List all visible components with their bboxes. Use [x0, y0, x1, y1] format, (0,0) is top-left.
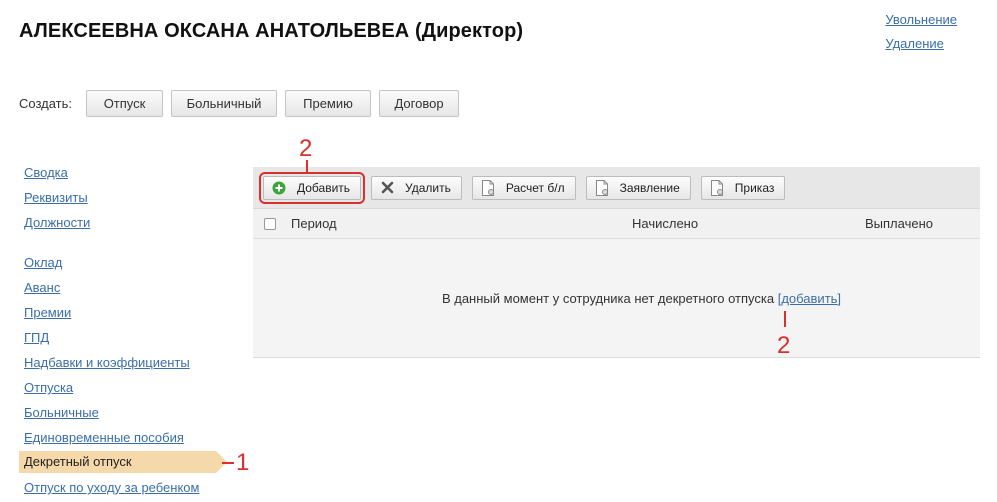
sidebar-item-requisites[interactable]: Реквизиты	[0, 185, 250, 210]
annotation-number-2-top: 2	[299, 135, 313, 162]
close-icon	[379, 180, 395, 196]
delete-button[interactable]: Удалить	[371, 175, 462, 200]
sidebar-item-allowances[interactable]: Надбавки и коэффициенты	[0, 350, 250, 375]
create-toolbar: Создать: Отпуск Больничный Премию Догово…	[19, 90, 467, 117]
empty-state-text: В данный момент у сотрудника нет декретн…	[441, 291, 775, 306]
sidebar-nav: Сводка Реквизиты Должности Оклад Аванс П…	[0, 160, 250, 500]
sidebar-item-gpd[interactable]: ГПД	[0, 325, 250, 350]
create-bonus-button[interactable]: Премию	[285, 90, 372, 117]
sidebar-item-vacations[interactable]: Отпуска	[0, 375, 250, 400]
document-icon	[480, 179, 496, 196]
dismiss-link[interactable]: Увольнение	[885, 8, 957, 32]
add-button-label: Добавить	[297, 180, 351, 195]
sidebar-item-positions[interactable]: Должности	[0, 210, 250, 235]
empty-state-add-link[interactable]: [добавить]	[778, 291, 841, 306]
calc-sick-leave-label: Расчет б/л	[505, 180, 565, 195]
sidebar-item-advance[interactable]: Аванс	[0, 275, 250, 300]
annotation-line-1	[222, 462, 234, 464]
column-header-accrued[interactable]: Начислено	[632, 216, 698, 231]
sidebar-item-bonuses[interactable]: Премии	[0, 300, 250, 325]
panel-toolbar: Добавить Удалить Расчет б/л Заявление Пр…	[253, 167, 980, 209]
sidebar-item-lump-sum[interactable]: Единовременные пособия	[0, 425, 250, 450]
annotation-number-1: 1	[236, 449, 250, 476]
delete-link[interactable]: Удаление	[885, 32, 957, 56]
document-icon	[594, 179, 610, 196]
sidebar-item-sick-leaves[interactable]: Больничные	[0, 400, 250, 425]
create-vacation-button[interactable]: Отпуск	[86, 90, 164, 117]
column-header-period[interactable]: Период	[291, 216, 337, 231]
delete-button-label: Удалить	[405, 180, 451, 195]
sidebar-item-salary[interactable]: Оклад	[0, 250, 250, 275]
plus-circle-icon	[271, 180, 287, 196]
order-button[interactable]: Приказ	[700, 175, 786, 200]
nav-divider	[0, 235, 250, 250]
annotation-line-2-top	[306, 160, 308, 172]
annotation-line-2-bottom	[784, 311, 786, 327]
create-sick-leave-button[interactable]: Больничный	[171, 90, 278, 117]
header-actions: Увольнение Удаление	[885, 8, 957, 56]
column-header-paid[interactable]: Выплачено	[865, 216, 933, 231]
sidebar-item-childcare-leave[interactable]: Отпуск по уходу за ребенком	[0, 475, 250, 500]
select-all-checkbox[interactable]	[264, 217, 276, 230]
create-label: Создать:	[19, 96, 73, 111]
order-button-label: Приказ	[734, 180, 775, 195]
application-button-label: Заявление	[619, 180, 680, 195]
sidebar-item-maternity-leave[interactable]: Декретный отпуск	[19, 451, 227, 473]
page-title: АЛЕКСЕЕВНА ОКСАНА АНАТОЛЬЕВЕА (Директор)	[19, 20, 524, 42]
maternity-leave-panel: Добавить Удалить Расчет б/л Заявление Пр…	[253, 167, 980, 358]
add-button[interactable]: Добавить	[258, 171, 366, 204]
empty-state: В данный момент у сотрудника нет декретн…	[253, 291, 980, 306]
annotation-number-2-bottom: 2	[777, 332, 791, 359]
table-header: Период Начислено Выплачено	[253, 209, 980, 239]
application-button[interactable]: Заявление	[585, 175, 691, 200]
sidebar-item-summary[interactable]: Сводка	[0, 160, 250, 185]
create-contract-button[interactable]: Договор	[379, 90, 460, 117]
calc-sick-leave-button[interactable]: Расчет б/л	[471, 175, 576, 200]
document-icon	[709, 179, 725, 196]
